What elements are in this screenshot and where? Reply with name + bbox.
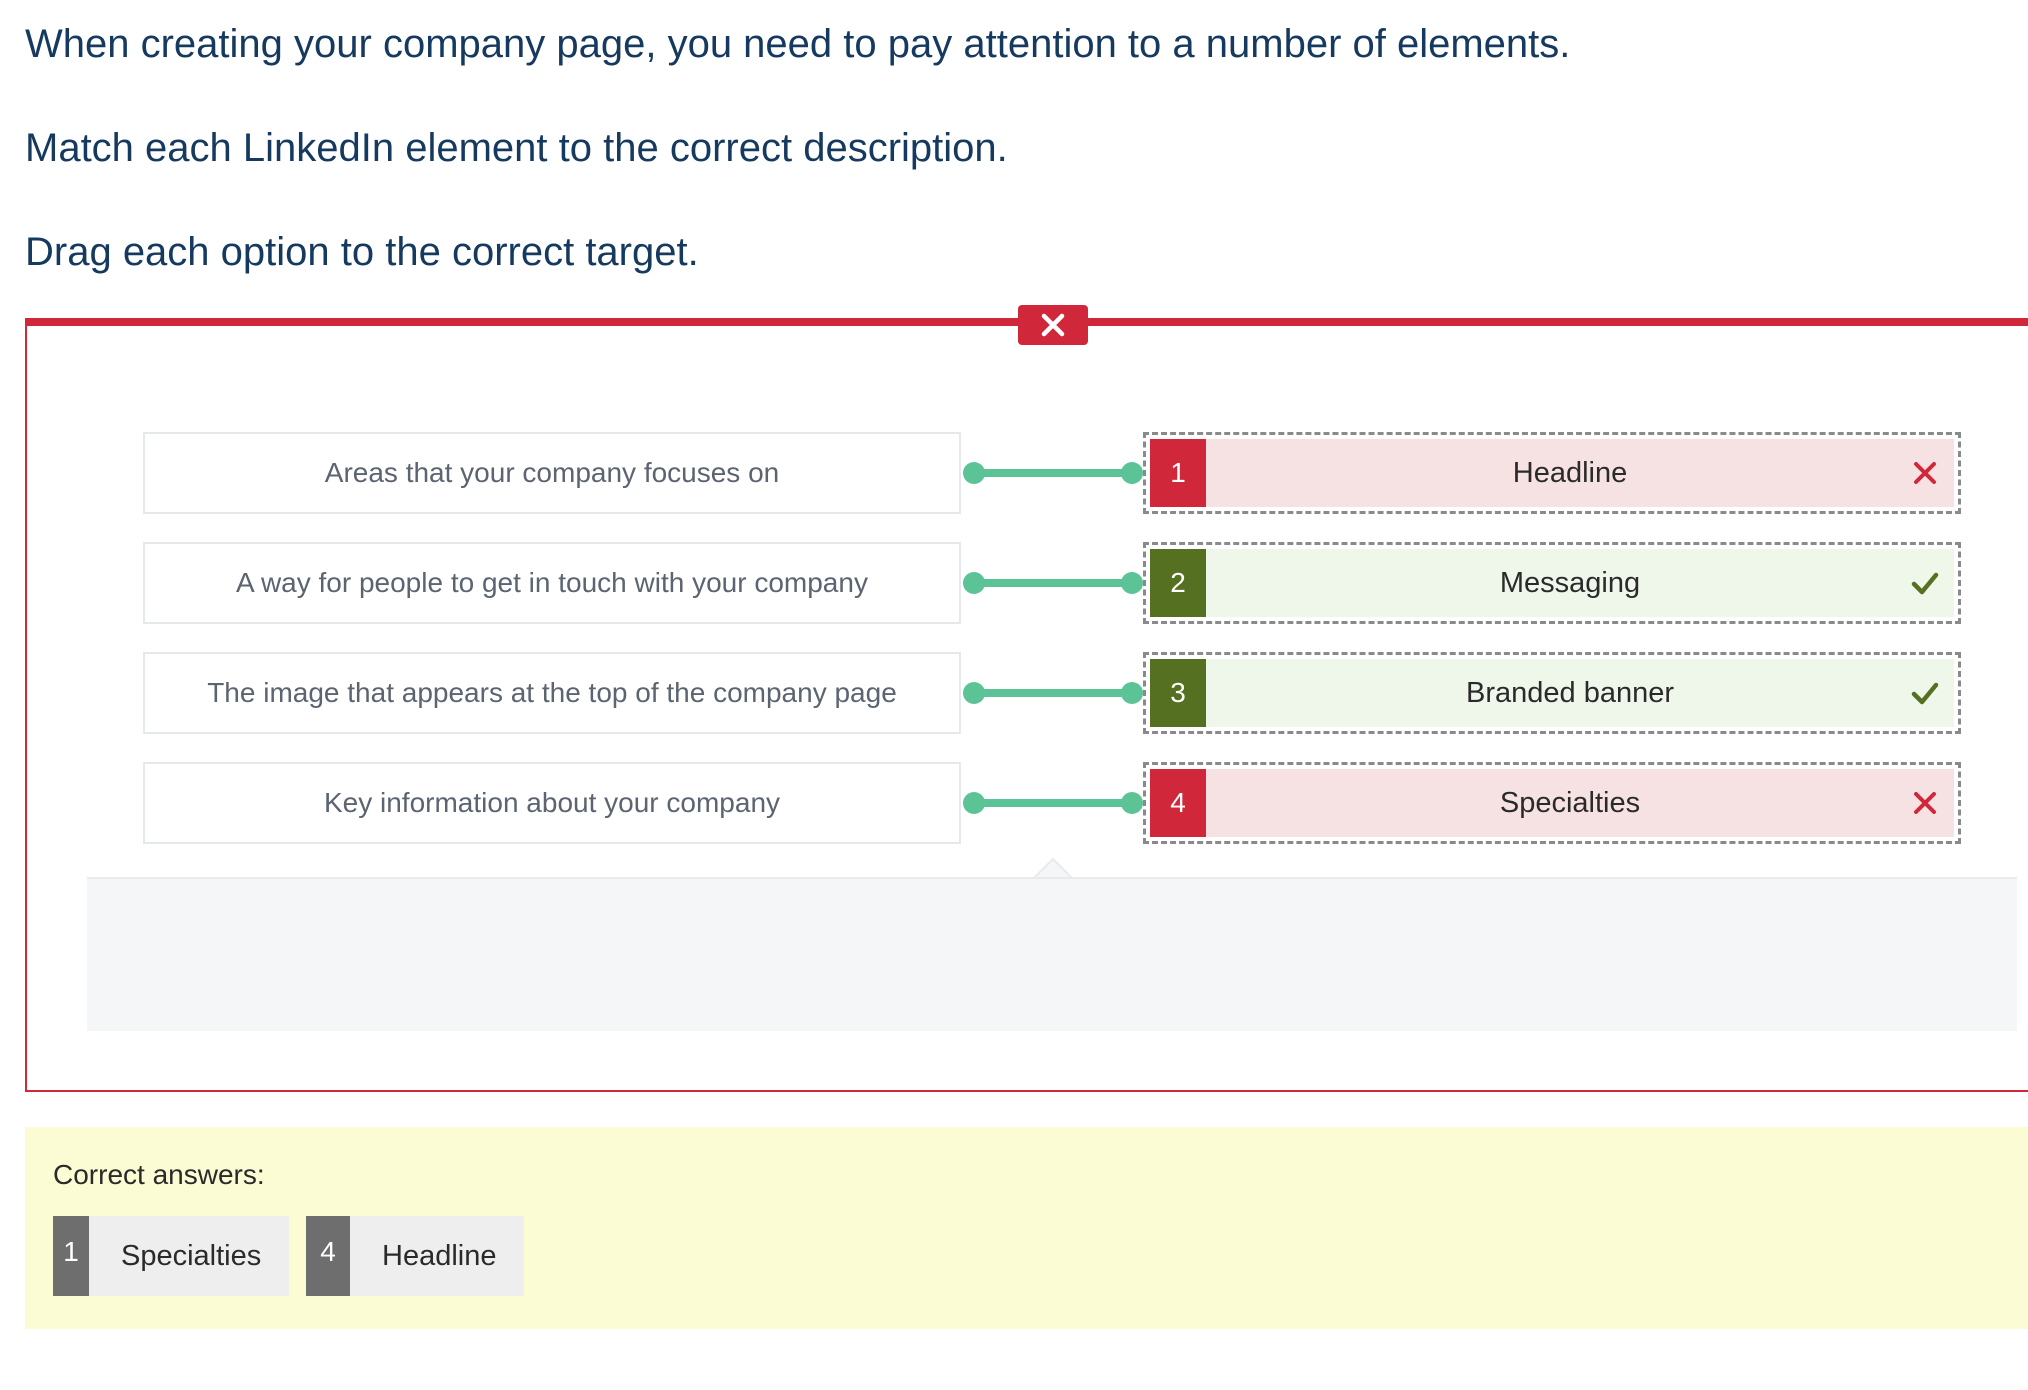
chip-number: 4 [306, 1216, 350, 1296]
connector-1 [963, 462, 1143, 484]
chip-label: Specialties [121, 1239, 262, 1272]
correct-answer-chip: 4 Headline [306, 1216, 525, 1296]
description-4: Key information about your company [143, 762, 961, 844]
target-number: 1 [1150, 439, 1206, 507]
cross-icon [1914, 792, 1936, 814]
connector-2 [963, 572, 1143, 594]
drop-target-1[interactable]: 1 Headline [1143, 432, 1961, 514]
target-number: 3 [1150, 659, 1206, 727]
connector-3 [963, 682, 1143, 704]
draggable-option[interactable]: Specialties [1206, 787, 1954, 820]
close-icon [1041, 313, 1065, 337]
instruction-drag: Drag each option to the correct target. [25, 230, 699, 274]
description-1: Areas that your company focuses on [143, 432, 961, 514]
correct-answer-chip: 1 Specialties [53, 1216, 290, 1296]
chip-label: Headline [382, 1239, 497, 1272]
feedback-area [87, 877, 2017, 1031]
description-2: A way for people to get in touch with yo… [143, 542, 961, 624]
cross-icon [1914, 462, 1936, 484]
quiz-page: When creating your company page, you nee… [0, 0, 2028, 1390]
drop-target-2[interactable]: 2 Messaging [1143, 542, 1961, 624]
correct-answers-title: Correct answers: [53, 1159, 265, 1190]
draggable-option[interactable]: Branded banner [1206, 677, 1954, 710]
target-number: 2 [1150, 549, 1206, 617]
chip-number: 1 [53, 1216, 89, 1296]
connector-4 [963, 792, 1143, 814]
drop-target-3[interactable]: 3 Branded banner [1143, 652, 1961, 734]
description-3: The image that appears at the top of the… [143, 652, 961, 734]
check-icon [1911, 572, 1939, 595]
incorrect-result-badge [1018, 305, 1088, 345]
target-number: 4 [1150, 769, 1206, 837]
correct-answers-panel: Correct answers: 1 Specialties 4 Headlin… [25, 1127, 2028, 1329]
instruction-intro: When creating your company page, you nee… [25, 22, 1571, 66]
drop-target-4[interactable]: 4 Specialties [1143, 762, 1961, 844]
instruction-match: Match each LinkedIn element to the corre… [25, 126, 1008, 170]
draggable-option[interactable]: Headline [1206, 457, 1954, 490]
check-icon [1911, 682, 1939, 705]
draggable-option[interactable]: Messaging [1206, 567, 1954, 600]
feedback-pointer [1034, 857, 1072, 879]
